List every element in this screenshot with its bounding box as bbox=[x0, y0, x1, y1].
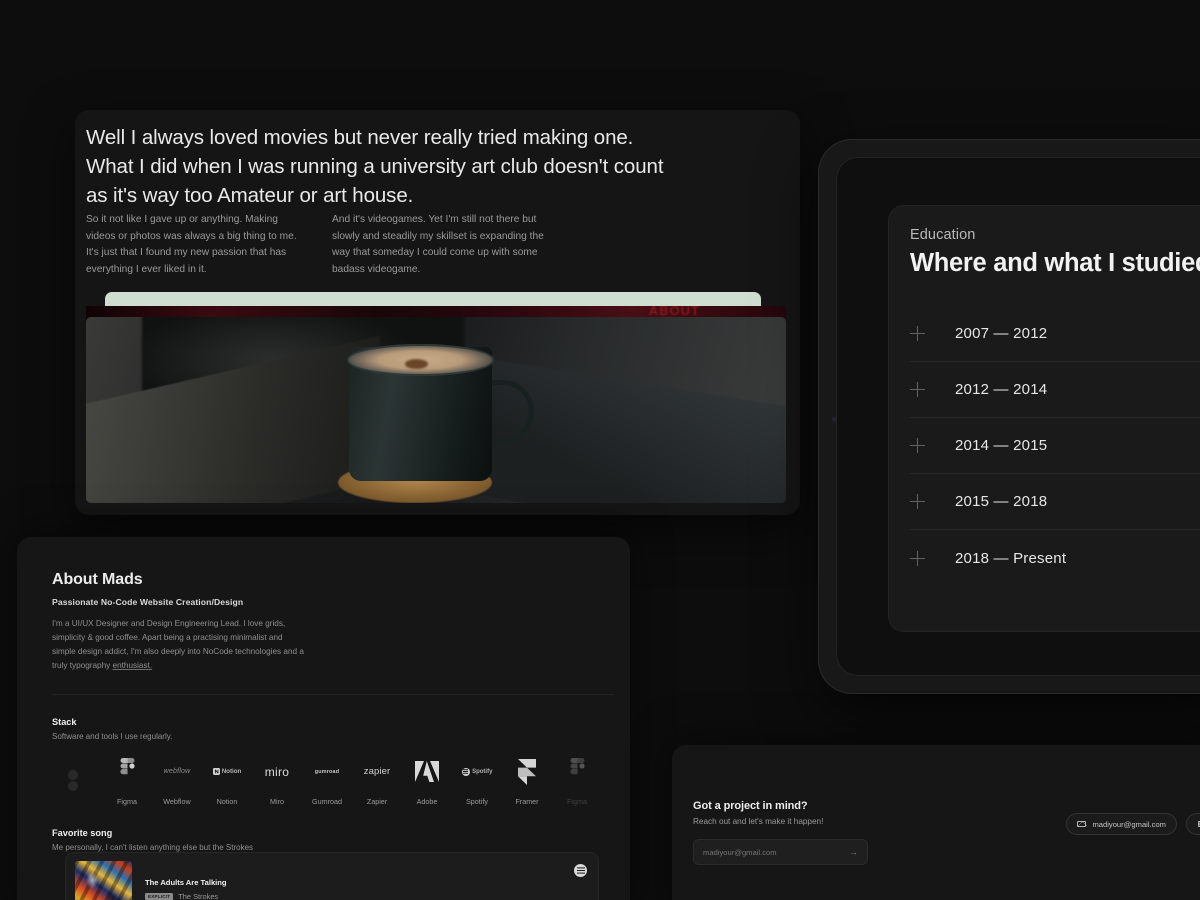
stack-item[interactable]: Framer bbox=[502, 755, 552, 806]
plus-icon bbox=[910, 494, 925, 509]
plus-icon bbox=[910, 438, 925, 453]
song-label: Favorite song bbox=[52, 827, 113, 838]
photo-foam-dot bbox=[404, 358, 429, 370]
education-title: Where and what I studied bbox=[910, 249, 1200, 277]
framer-icon bbox=[502, 755, 552, 789]
education-range: 2018 — Present bbox=[955, 549, 1067, 567]
email-link-label: madiyour@gmail.com bbox=[1092, 819, 1166, 829]
about-card: About Mads Passionate No-Code Website Cr… bbox=[17, 537, 630, 900]
stack-item-label: Zapier bbox=[366, 796, 388, 806]
stack-item-label: Framer bbox=[515, 796, 539, 806]
tablet-device: Education Where and what I studied 2007 … bbox=[818, 139, 1200, 694]
education-row[interactable]: 2018 — Present bbox=[910, 530, 1200, 586]
plus-icon bbox=[910, 382, 925, 397]
song-artist: The Strokes bbox=[178, 892, 219, 900]
about-bio-text: I'm a UI/UX Designer and Design Engineer… bbox=[52, 619, 304, 670]
miro-icon: miro bbox=[264, 764, 290, 779]
contact-inner: Got a project in mind? Reach out and let… bbox=[693, 800, 868, 865]
about-divider bbox=[52, 693, 613, 695]
envelope-icon bbox=[1077, 820, 1088, 828]
education-eyebrow: Education bbox=[910, 227, 976, 243]
education-row[interactable]: 2012 — 2014 bbox=[910, 362, 1200, 418]
stack-item[interactable]: Figma bbox=[552, 755, 602, 806]
stack-item-label: Figma bbox=[567, 796, 587, 806]
about-bio: I'm a UI/UX Designer and Design Engineer… bbox=[52, 617, 307, 673]
quote-headline: Well I always loved movies but never rea… bbox=[86, 126, 664, 208]
figma-icon bbox=[552, 755, 602, 789]
page-root: Well I always loved movies but never rea… bbox=[0, 0, 1200, 900]
explicit-badge: EXPLICIT bbox=[145, 892, 174, 900]
about-bio-underline: enthusiast. bbox=[112, 660, 153, 670]
education-list: 2007 — 2012 2012 — 2014 2014 — 2015 2015… bbox=[910, 306, 1200, 586]
plus-icon bbox=[910, 326, 925, 341]
stack-item[interactable]: Notion Notion bbox=[202, 755, 252, 806]
stack-label: Stack bbox=[52, 716, 77, 727]
zapier-icon: zapier bbox=[363, 766, 391, 778]
tablet-screen: Education Where and what I studied 2007 … bbox=[836, 157, 1200, 676]
education-row[interactable]: 2007 — 2012 bbox=[910, 306, 1200, 362]
stack-item[interactable]: miro Miro bbox=[252, 755, 302, 806]
email-field[interactable] bbox=[703, 847, 833, 857]
stack-item[interactable]: zapier Zapier bbox=[352, 755, 402, 806]
stack-item-label: Webflow bbox=[163, 796, 191, 806]
contact-title: Got a project in mind? bbox=[693, 800, 808, 812]
stack-row: Figma webflow Webflow Notion Notion miro… bbox=[52, 755, 630, 806]
stack-item-label: Figma bbox=[117, 796, 137, 806]
quote-media-card: Well I always loved movies but never rea… bbox=[75, 110, 800, 515]
stack-item-label: Gumroad bbox=[312, 796, 342, 806]
stack-item[interactable]: Adobe bbox=[402, 755, 452, 806]
partial-logo-icon bbox=[52, 764, 102, 798]
about-title: About Mads bbox=[52, 571, 143, 588]
email-input-wrapper[interactable]: → bbox=[693, 839, 868, 865]
stack-item-label: Miro bbox=[270, 796, 284, 806]
album-art bbox=[75, 861, 132, 900]
stack-item-label: Spotify bbox=[466, 796, 488, 806]
education-card: Education Where and what I studied 2007 … bbox=[888, 205, 1200, 632]
about-subtitle: Passionate No-Code Website Creation/Desi… bbox=[52, 597, 244, 607]
spotify-icon: Spotify bbox=[452, 755, 502, 789]
spotify-player[interactable]: The Adults Are Talking EXPLICIT The Stro… bbox=[65, 852, 599, 900]
figma-icon bbox=[102, 755, 152, 789]
adobe-icon bbox=[402, 755, 452, 789]
education-range: 2015 — 2018 bbox=[955, 493, 1048, 510]
plus-icon bbox=[910, 550, 925, 566]
song-sublabel: Me personally, I can't listen anything e… bbox=[52, 842, 254, 852]
spotify-icon[interactable] bbox=[574, 864, 587, 877]
stack-item-label: Adobe bbox=[416, 796, 438, 806]
stack-item-label: Notion bbox=[216, 796, 238, 806]
arrow-right-icon[interactable]: → bbox=[849, 847, 858, 857]
education-range: 2014 — 2015 bbox=[955, 437, 1048, 454]
notion-icon: Notion bbox=[202, 755, 252, 789]
contact-card: Got a project in mind? Reach out and let… bbox=[672, 745, 1200, 900]
quote-paragraph-left: So it not like I gave up or anything. Ma… bbox=[86, 214, 297, 275]
stack-sublabel: Software and tools I use regularly. bbox=[52, 731, 173, 741]
education-row[interactable]: 2014 — 2015 bbox=[910, 418, 1200, 474]
email-link-pill[interactable]: madiyour@gmail.com bbox=[1066, 813, 1177, 835]
stack-item[interactable]: gumroad Gumroad bbox=[302, 755, 352, 806]
education-range: 2012 — 2014 bbox=[955, 381, 1048, 398]
stack-item[interactable]: Figma bbox=[102, 755, 152, 806]
webflow-icon: webflow bbox=[163, 768, 191, 776]
stack-item[interactable] bbox=[52, 764, 102, 806]
coffee-photo bbox=[86, 317, 786, 503]
contact-actions: madiyour@gmail.com Bé bbox=[1066, 813, 1200, 835]
song-meta: EXPLICIT The Strokes bbox=[145, 892, 218, 900]
contact-subtitle: Reach out and let's make it happen! bbox=[693, 817, 824, 826]
education-row[interactable]: 2015 — 2018 bbox=[910, 474, 1200, 530]
education-range: 2007 — 2012 bbox=[955, 325, 1048, 342]
stack-item[interactable]: Spotify Spotify bbox=[452, 755, 502, 806]
song-title: The Adults Are Talking bbox=[145, 878, 227, 887]
behance-button[interactable]: Bé bbox=[1186, 813, 1200, 835]
gumroad-icon: gumroad bbox=[314, 768, 340, 775]
quote-columns: So it not like I gave up or anything. Ma… bbox=[86, 212, 776, 278]
quote-paragraph-right: And it's videogames. Yet I'm still not t… bbox=[332, 214, 544, 275]
stack-item[interactable]: webflow Webflow bbox=[152, 755, 202, 806]
